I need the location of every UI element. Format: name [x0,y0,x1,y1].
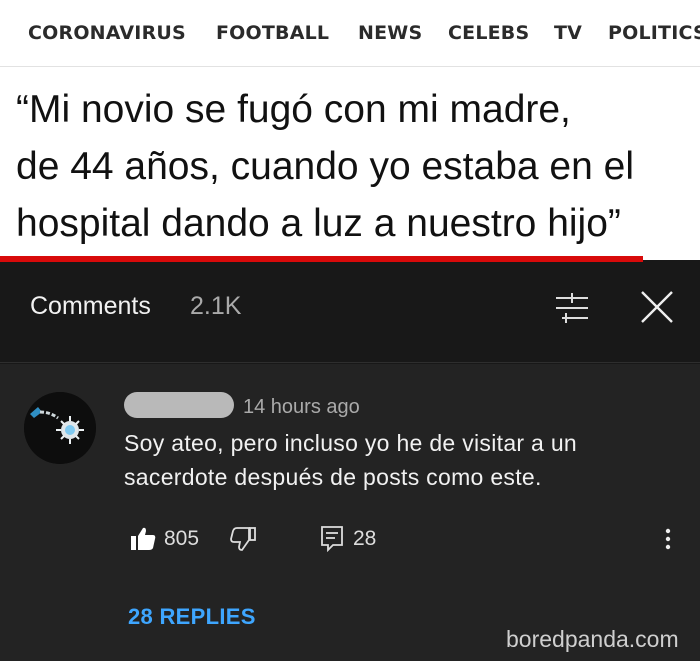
sort-filter-icon[interactable] [552,290,592,326]
thumbs-down-icon[interactable] [228,524,258,554]
view-replies-link[interactable]: 28 REPLIES [128,604,256,630]
comment-text: Soy ateo, pero incluso yo he de visitar … [124,426,684,494]
comments-header: Comments 2.1K [0,262,700,363]
headline: “Mi novio se fugó con mi madre, de 44 añ… [16,81,696,252]
nav-item-politics[interactable]: POLITICS [608,22,700,44]
like-count: 805 [164,527,200,550]
top-nav: CORONAVIRUS FOOTBALL NEWS CELEBS TV POLI… [0,0,700,67]
headline-line: “Mi novio se fugó con mi madre, [16,88,571,131]
nav-item-football[interactable]: FOOTBALL [216,22,329,44]
more-vertical-icon[interactable] [660,524,676,554]
comment-text-line: sacerdote después de posts como este. [124,464,542,490]
nav-item-celebs[interactable]: CELEBS [448,22,529,44]
nav-item-tv[interactable]: TV [554,22,582,44]
headline-area: “Mi novio se fugó con mi madre, de 44 añ… [0,67,700,260]
comments-panel: Comments 2.1K 14 hours ago Soy ateo, per… [0,262,700,661]
headline-line: hospital dando a luz a nuestro hijo” [16,202,621,245]
nav-item-news[interactable]: NEWS [358,22,422,44]
headline-line: de 44 años, cuando yo estaba en el [16,145,634,188]
reply-icon[interactable] [318,524,346,553]
watermark: boredpanda.com [506,626,679,652]
nav-item-coronavirus[interactable]: CORONAVIRUS [28,22,186,44]
comment-timestamp: 14 hours ago [243,396,360,418]
reply-count: 28 [353,527,377,550]
author-name-redacted [124,392,234,418]
close-icon[interactable] [638,288,676,326]
comment-text-line: Soy ateo, pero incluso yo he de visitar … [124,430,578,456]
comments-title: Comments [30,292,151,320]
avatar[interactable] [24,392,96,464]
comment-item: 14 hours ago Soy ateo, pero incluso yo h… [0,364,700,661]
thumbs-up-icon[interactable] [128,524,158,554]
comments-count: 2.1K [190,292,242,320]
